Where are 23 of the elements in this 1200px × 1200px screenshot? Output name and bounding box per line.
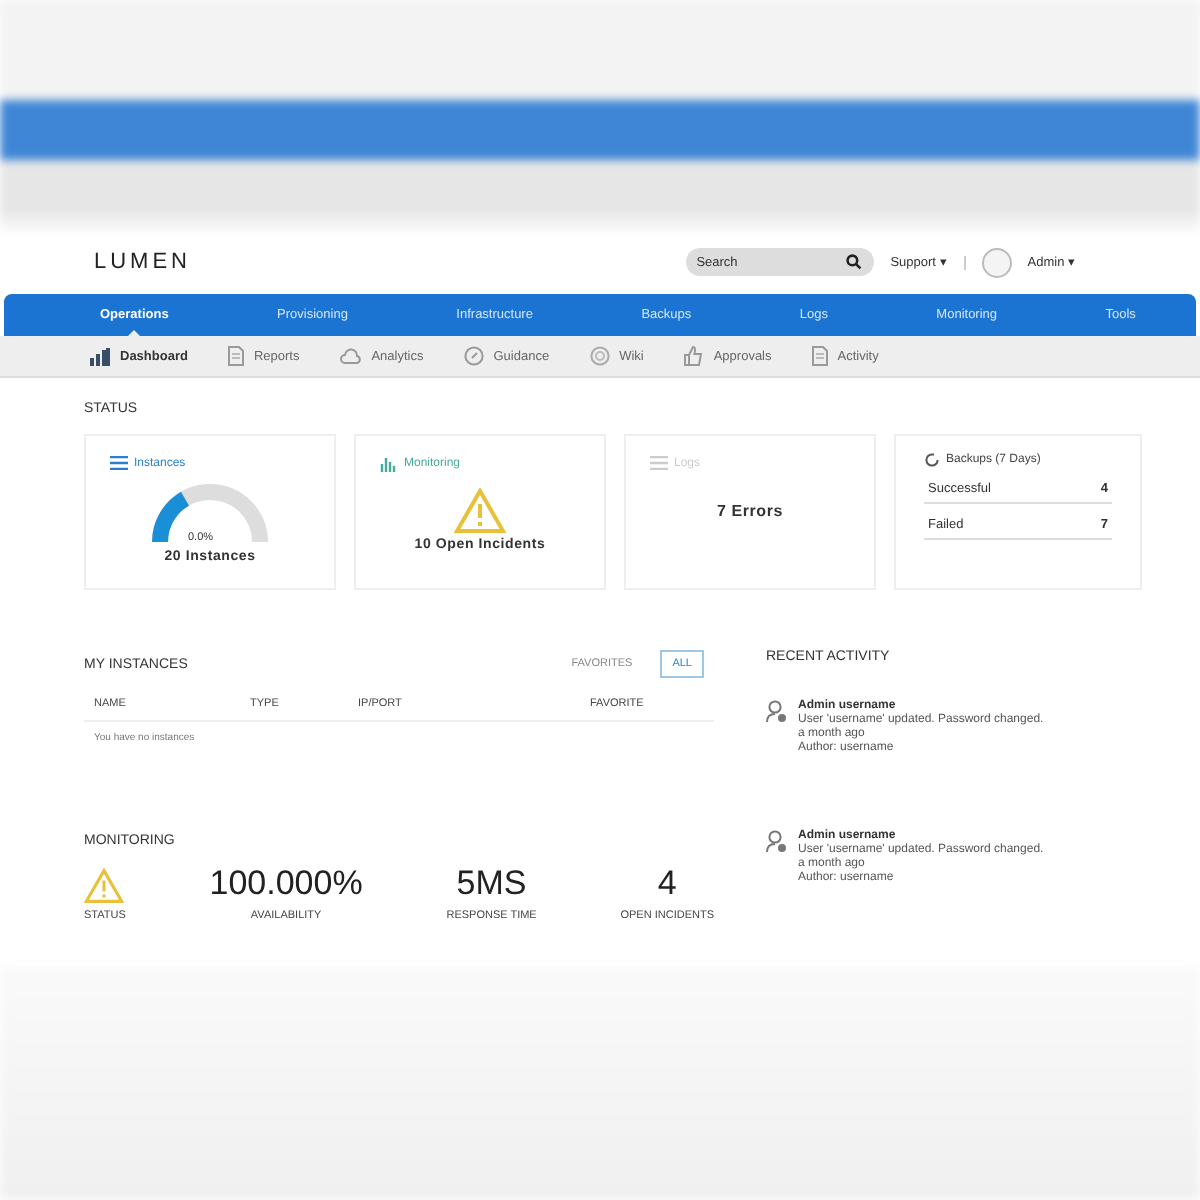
thumbs-up-icon: [683, 346, 704, 366]
logo: LUMEN: [94, 250, 192, 274]
gauge-track: [152, 484, 268, 543]
metric-value: 4: [657, 864, 677, 904]
card-caption: 7 Errors: [716, 502, 784, 520]
user-icon: [766, 700, 788, 724]
document-icon: [811, 346, 828, 366]
globe-icon: [589, 346, 610, 366]
metric-value: 5MS: [456, 864, 527, 904]
list-icon: [110, 456, 128, 470]
refresh-icon: [924, 452, 940, 468]
bar-chart-icon: [380, 456, 398, 472]
metric-value: 100.000%: [209, 864, 363, 904]
document-icon: [227, 346, 244, 366]
bar-chart-icon: [90, 347, 110, 365]
compass-icon: [463, 346, 484, 366]
warning-icon: [454, 488, 506, 534]
warning-icon: [84, 868, 125, 904]
cloud-icon: [339, 347, 362, 365]
user-icon: [766, 830, 788, 854]
search-icon: [846, 254, 863, 270]
list-icon: [650, 456, 668, 470]
avatar[interactable]: [981, 247, 1012, 277]
